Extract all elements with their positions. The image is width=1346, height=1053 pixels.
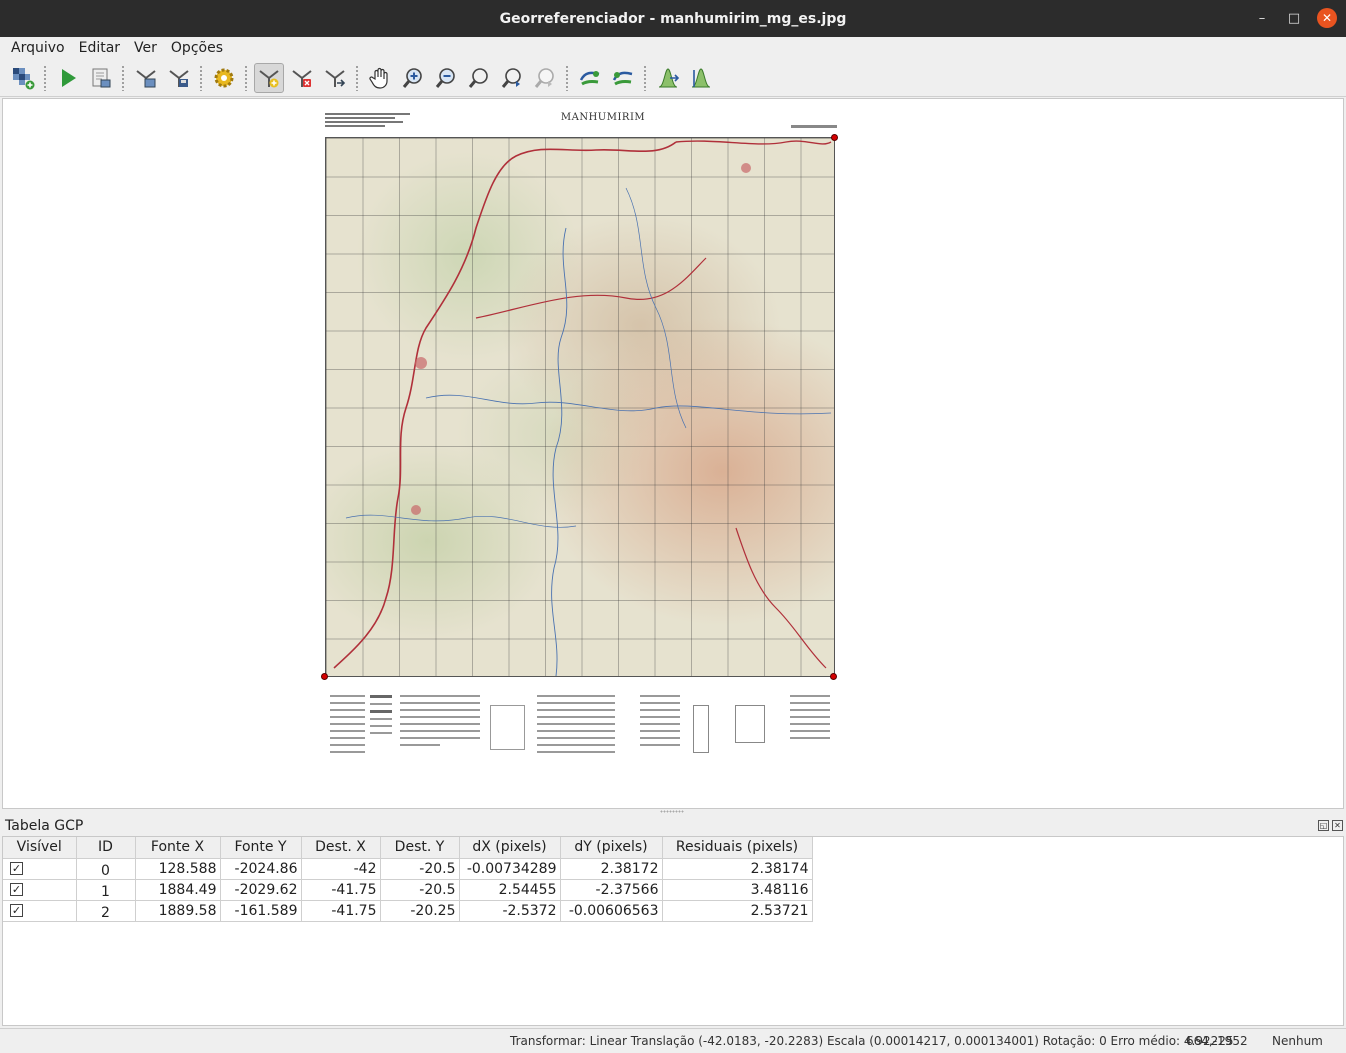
- cell-dest-y[interactable]: -20.5: [380, 858, 460, 880]
- column-header-source-y[interactable]: Fonte Y: [220, 837, 302, 859]
- title-bar: Georreferenciador - manhumirim_mg_es.jpg…: [0, 0, 1346, 37]
- gcp-marker-bottom-left[interactable]: [321, 673, 328, 680]
- column-header-dest-x[interactable]: Dest. X: [301, 837, 381, 859]
- visible-checkbox[interactable]: ✓: [10, 904, 23, 917]
- map-features: [333, 140, 832, 676]
- cell-dest-x[interactable]: -41.75: [301, 900, 381, 922]
- cell-residual: 2.38174: [662, 858, 813, 880]
- column-header-id[interactable]: ID: [76, 837, 136, 859]
- menu-editar[interactable]: Editar: [72, 40, 127, 56]
- cell-source-x[interactable]: 1884.49: [135, 879, 221, 901]
- window-title: Georreferenciador - manhumirim_mg_es.jpg: [499, 10, 847, 27]
- toolbar-separator: [355, 64, 359, 91]
- dock-splitter-handle[interactable]: [660, 810, 684, 813]
- add-point-icon[interactable]: [253, 62, 284, 93]
- local-histogram-stretch-icon[interactable]: [686, 63, 716, 93]
- zoom-out-icon[interactable]: [431, 63, 461, 93]
- open-raster-icon[interactable]: [8, 63, 38, 93]
- start-georeferencing-icon[interactable]: [53, 63, 83, 93]
- zoom-last-icon[interactable]: [497, 63, 527, 93]
- status-crs[interactable]: Nenhum: [1272, 1034, 1323, 1048]
- cell-dy: -2.37566: [560, 879, 663, 901]
- cell-dest-x[interactable]: -42: [301, 858, 381, 880]
- map-sheet-reference: [791, 125, 837, 128]
- pan-icon[interactable]: [365, 63, 395, 93]
- zoom-next-icon[interactable]: [530, 63, 560, 93]
- maximize-button[interactable]: □: [1284, 8, 1304, 28]
- status-transform-info: Transformar: Linear Translação (-42.0183…: [510, 1034, 1234, 1048]
- gcp-table-container: Visível ID Fonte X Fonte Y Dest. X Dest.…: [2, 836, 1344, 1026]
- cell-id: 2: [76, 900, 136, 922]
- table-row[interactable]: ✓ 0 128.588 -2024.86 -42 -20.5 -0.007342…: [3, 858, 813, 880]
- zoom-to-layer-icon[interactable]: [464, 63, 494, 93]
- cell-dest-y[interactable]: -20.5: [380, 879, 460, 901]
- delete-point-icon[interactable]: [287, 63, 317, 93]
- column-header-dy[interactable]: dY (pixels): [560, 837, 663, 859]
- cell-source-x[interactable]: 128.588: [135, 858, 221, 880]
- toolbar-separator: [643, 64, 647, 91]
- transformation-settings-icon[interactable]: [209, 63, 239, 93]
- menu-arquivo[interactable]: Arquivo: [4, 40, 72, 56]
- visible-checkbox[interactable]: ✓: [10, 862, 23, 875]
- cell-source-y[interactable]: -2024.86: [220, 858, 302, 880]
- cell-dest-y[interactable]: -20.25: [380, 900, 460, 922]
- status-coordinates: 664,-1952: [1186, 1034, 1248, 1048]
- toolbar-separator: [199, 64, 203, 91]
- link-qgis-icon[interactable]: [608, 63, 638, 93]
- cell-source-y[interactable]: -2029.62: [220, 879, 302, 901]
- load-gcp-icon[interactable]: [131, 63, 161, 93]
- gcp-table: Visível ID Fonte X Fonte Y Dest. X Dest.…: [3, 837, 813, 922]
- cell-residual: 2.53721: [662, 900, 813, 922]
- link-georeferencer-icon[interactable]: [575, 63, 605, 93]
- visible-checkbox[interactable]: ✓: [10, 883, 23, 896]
- column-header-residual[interactable]: Residuais (pixels): [662, 837, 813, 859]
- cell-source-y[interactable]: -161.589: [220, 900, 302, 922]
- gcp-table-dock: Tabela GCP ◱ ✕ Visível ID Fonte X Fonte …: [0, 814, 1346, 1026]
- toolbar-separator: [565, 64, 569, 91]
- column-header-visible[interactable]: Visível: [3, 837, 77, 859]
- column-header-dest-y[interactable]: Dest. Y: [380, 837, 460, 859]
- cell-dy: 2.38172: [560, 858, 663, 880]
- cell-residual: 3.48116: [662, 879, 813, 901]
- cell-dy: -0.00606563: [560, 900, 663, 922]
- table-row[interactable]: ✓ 2 1889.58 -161.589 -41.75 -20.25 -2.53…: [3, 900, 813, 922]
- toolbar-separator: [244, 64, 248, 91]
- status-bar: Transformar: Linear Translação (-42.0183…: [0, 1028, 1346, 1053]
- dock-float-icon[interactable]: ◱: [1318, 820, 1329, 831]
- raster-map-image[interactable]: [325, 137, 835, 677]
- cell-id: 1: [76, 879, 136, 901]
- zoom-in-icon[interactable]: [398, 63, 428, 93]
- full-histogram-stretch-icon[interactable]: [653, 63, 683, 93]
- gcp-panel-title: Tabela GCP: [5, 818, 84, 834]
- column-header-dx[interactable]: dX (pixels): [459, 837, 561, 859]
- gcp-marker-bottom-right[interactable]: [830, 673, 837, 680]
- menu-ver[interactable]: Ver: [127, 40, 164, 56]
- cell-dx: 2.54455: [459, 879, 561, 901]
- move-point-icon[interactable]: [320, 63, 350, 93]
- cell-id: 0: [76, 858, 136, 880]
- map-header-text-block: [325, 113, 415, 131]
- toolbar: [0, 59, 1346, 97]
- map-legend-area: [325, 695, 835, 775]
- save-gcp-icon[interactable]: [164, 63, 194, 93]
- map-title: MANHUMIRIM: [560, 112, 646, 123]
- menu-opcoes[interactable]: Opções: [164, 40, 230, 56]
- toolbar-separator: [121, 64, 125, 91]
- close-button[interactable]: ✕: [1317, 8, 1337, 28]
- cell-dest-x[interactable]: -41.75: [301, 879, 381, 901]
- minimize-button[interactable]: –: [1252, 8, 1272, 28]
- gcp-marker-top-right[interactable]: [831, 134, 838, 141]
- map-canvas[interactable]: MANHUMIRIM: [2, 98, 1344, 809]
- cell-dx: -2.5372: [459, 900, 561, 922]
- menu-bar: Arquivo Editar Ver Opções: [0, 37, 1346, 59]
- dock-close-icon[interactable]: ✕: [1332, 820, 1343, 831]
- toolbar-separator: [43, 64, 47, 91]
- cell-dx: -0.00734289: [459, 858, 561, 880]
- column-header-source-x[interactable]: Fonte X: [135, 837, 221, 859]
- table-row[interactable]: ✓ 1 1884.49 -2029.62 -41.75 -20.5 2.5445…: [3, 879, 813, 901]
- generate-script-icon[interactable]: [86, 63, 116, 93]
- cell-source-x[interactable]: 1889.58: [135, 900, 221, 922]
